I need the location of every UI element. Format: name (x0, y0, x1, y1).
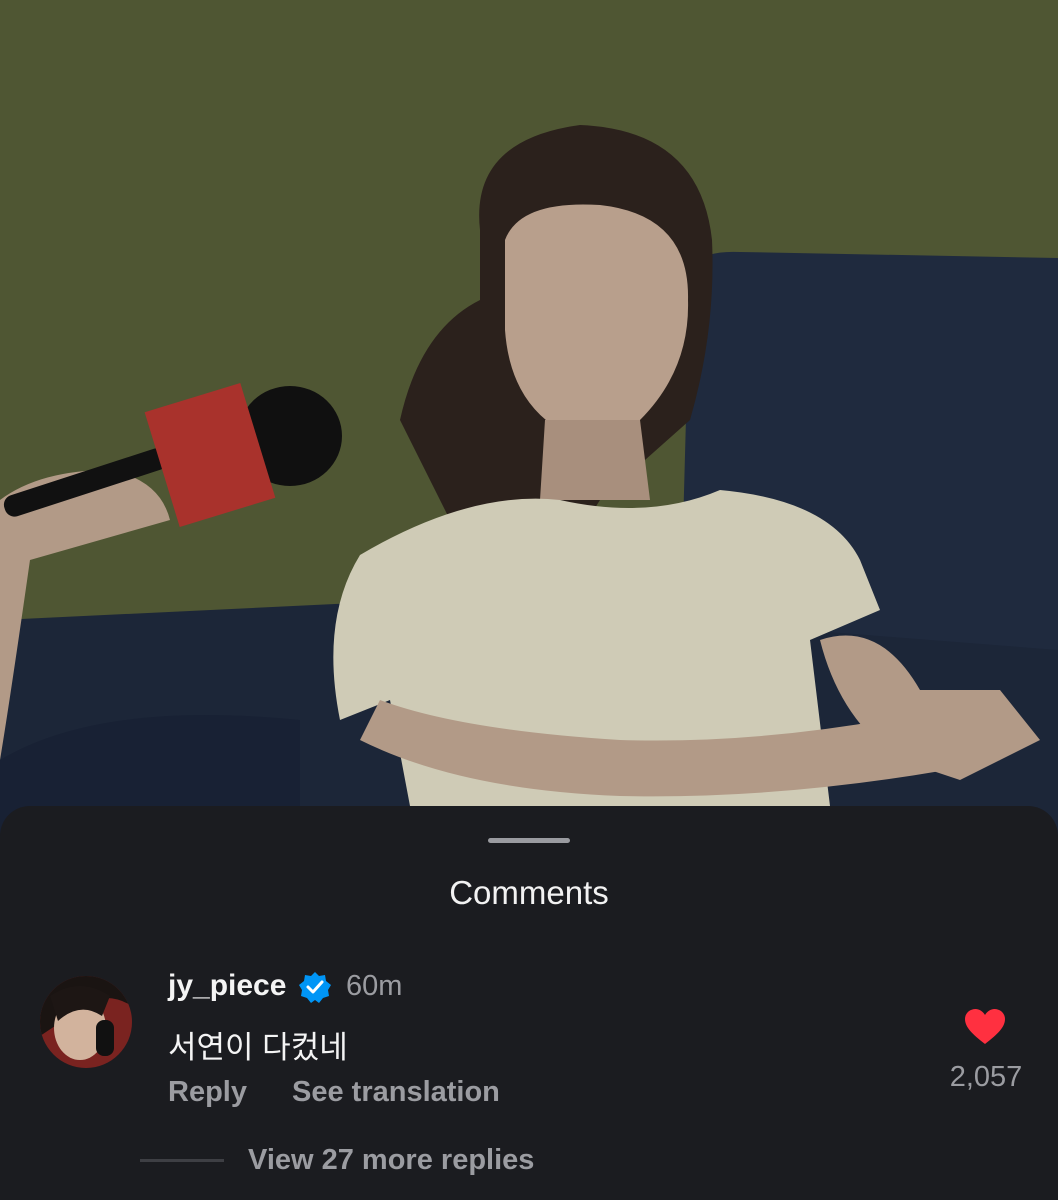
comment-username[interactable]: jy_piece (168, 969, 286, 1003)
verified-badge-icon (299, 972, 331, 1003)
comment-text: 서연이 다컸네 (168, 1030, 348, 1065)
see-translation-button[interactable]: See translation (292, 1076, 500, 1109)
view-more-replies-button[interactable]: View 27 more replies (248, 1144, 534, 1177)
comments-sheet: Comments jy_piece 60m 서연이 다컸네 Reply See … (0, 806, 1058, 1200)
replies-divider (140, 1159, 224, 1162)
video-background[interactable] (0, 0, 1058, 860)
sheet-title: Comments (449, 874, 609, 911)
heart-icon[interactable] (964, 1008, 1006, 1046)
like-count: 2,057 (949, 1061, 1023, 1093)
video-frame (0, 0, 1058, 860)
avatar-image (40, 976, 132, 1068)
comment-timestamp: 60m (346, 970, 403, 1002)
reply-button[interactable]: Reply (168, 1076, 247, 1109)
avatar[interactable] (40, 976, 132, 1068)
sheet-grabber-handle[interactable] (488, 838, 570, 843)
